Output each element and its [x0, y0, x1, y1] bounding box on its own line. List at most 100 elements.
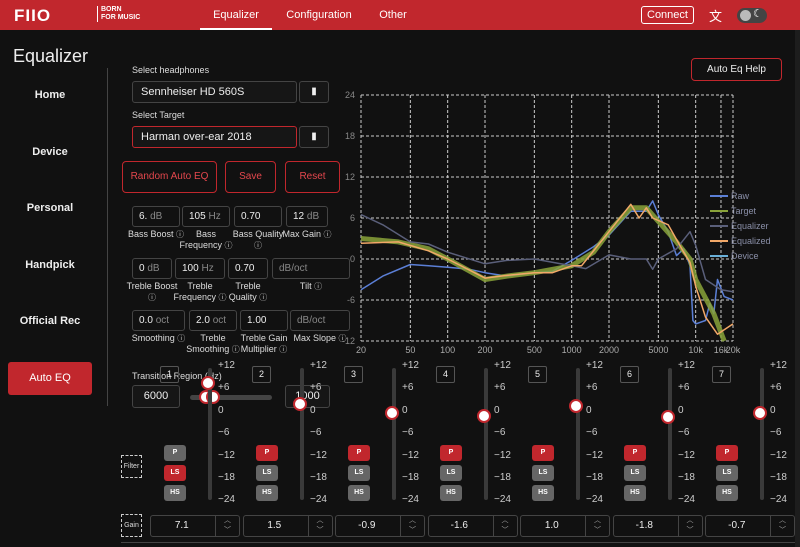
transition-low-input[interactable]: 6000: [132, 385, 180, 408]
filter-ls-button[interactable]: LS: [256, 465, 278, 481]
gain-input[interactable]: -1.6 ︿ ﹀: [427, 515, 518, 537]
chevron-down-icon[interactable]: ﹀: [309, 526, 332, 536]
param-input[interactable]: 0.0 oct: [132, 310, 185, 331]
info-icon[interactable]: ⓘ: [279, 345, 287, 354]
auto-eq-help-button[interactable]: Auto Eq Help: [691, 58, 782, 81]
info-icon[interactable]: ⓘ: [148, 293, 156, 302]
chevron-down-icon[interactable]: ﹀: [586, 526, 609, 536]
save-button[interactable]: Save: [225, 161, 276, 193]
filter-p-button[interactable]: P: [256, 445, 278, 461]
sidebar-item-official-rec[interactable]: Official Rec: [0, 315, 100, 327]
chevron-up-icon[interactable]: ︿: [771, 516, 794, 526]
target-select[interactable]: Harman over-ear 2018: [132, 126, 297, 148]
param-input[interactable]: 1.00: [240, 310, 288, 331]
gain-slider-track[interactable]: [576, 368, 580, 500]
info-icon[interactable]: ⓘ: [259, 293, 267, 302]
chevron-down-icon[interactable]: ﹀: [679, 526, 702, 536]
chevron-down-icon[interactable]: ﹀: [494, 526, 517, 536]
filter-ls-button[interactable]: LS: [348, 465, 370, 481]
param-input[interactable]: 100 Hz: [175, 258, 225, 279]
tab-configuration[interactable]: Configuration: [280, 0, 358, 30]
filter-p-button[interactable]: P: [532, 445, 554, 461]
sidebar-item-personal[interactable]: Personal: [0, 202, 100, 214]
param-input[interactable]: 0 dB: [132, 258, 172, 279]
chevron-down-icon[interactable]: ﹀: [401, 526, 424, 536]
chevron-down-icon[interactable]: ﹀: [216, 526, 239, 536]
param-input[interactable]: 6. dB: [132, 206, 180, 227]
headphones-select[interactable]: Sennheiser HD 560S: [132, 81, 297, 103]
tab-equalizer[interactable]: Equalizer: [200, 0, 272, 30]
transition-high-input[interactable]: 1000: [285, 385, 330, 408]
sidebar-item-device[interactable]: Device: [0, 146, 100, 158]
gain-input[interactable]: 7.1 ︿ ﹀: [150, 515, 240, 537]
filter-p-button[interactable]: P: [440, 445, 462, 461]
gain-slider-track[interactable]: [484, 368, 488, 500]
gain-slider-track[interactable]: [300, 368, 304, 500]
gain-slider-knob[interactable]: [569, 399, 583, 414]
filter-hs-button[interactable]: HS: [440, 485, 462, 501]
gain-slider-track[interactable]: [668, 368, 672, 500]
filter-hs-button[interactable]: HS: [716, 485, 738, 501]
gain-slider-knob[interactable]: [753, 405, 767, 420]
gain-slider-knob[interactable]: [201, 376, 215, 391]
target-file-icon[interactable]: ▮: [299, 126, 329, 148]
filter-p-button[interactable]: P: [624, 445, 646, 461]
filter-ls-button[interactable]: LS: [532, 465, 554, 481]
chevron-up-icon[interactable]: ︿: [216, 516, 239, 526]
gain-slider-track[interactable]: [392, 368, 396, 500]
chevron-up-icon[interactable]: ︿: [401, 516, 424, 526]
gain-stepper[interactable]: ︿ ﹀: [215, 516, 239, 536]
sidebar-item-auto-eq[interactable]: Auto EQ: [8, 362, 92, 395]
chevron-up-icon[interactable]: ︿: [586, 516, 609, 526]
chevron-up-icon[interactable]: ︿: [309, 516, 332, 526]
filter-ls-button[interactable]: LS: [440, 465, 462, 481]
connect-button[interactable]: Connect: [641, 6, 694, 24]
filter-hs-button[interactable]: HS: [256, 485, 278, 501]
param-input[interactable]: 105 Hz: [182, 206, 230, 227]
chevron-up-icon[interactable]: ︿: [679, 516, 702, 526]
filter-p-button[interactable]: P: [164, 445, 186, 461]
gain-stepper[interactable]: ︿ ﹀: [585, 516, 609, 536]
filter-hs-button[interactable]: HS: [348, 485, 370, 501]
filter-ls-button[interactable]: LS: [164, 465, 186, 481]
gain-input[interactable]: -0.9 ︿ ﹀: [335, 515, 425, 537]
gain-slider-knob[interactable]: [385, 406, 399, 421]
filter-hs-button[interactable]: HS: [532, 485, 554, 501]
info-icon[interactable]: ⓘ: [254, 241, 262, 250]
filter-p-button[interactable]: P: [716, 445, 738, 461]
gain-stepper[interactable]: ︿ ﹀: [492, 516, 517, 536]
sidebar-item-home[interactable]: Home: [0, 89, 100, 101]
scale-tick: −12: [310, 449, 327, 461]
filter-ls-button[interactable]: LS: [624, 465, 646, 481]
filter-ls-button[interactable]: LS: [716, 465, 738, 481]
gain-input[interactable]: 1.0 ︿ ﹀: [520, 515, 610, 537]
sidebar-item-handpick[interactable]: Handpick: [0, 259, 100, 271]
gain-stepper[interactable]: ︿ ﹀: [770, 516, 794, 536]
param-input[interactable]: 0.70: [228, 258, 268, 279]
gain-slider-knob[interactable]: [477, 408, 491, 423]
filter-hs-button[interactable]: HS: [624, 485, 646, 501]
scrollbar[interactable]: [795, 30, 800, 547]
gain-stepper[interactable]: ︿ ﹀: [307, 516, 332, 536]
gain-slider-knob[interactable]: [293, 397, 307, 412]
param-input[interactable]: 12 dB: [286, 206, 328, 227]
param-input[interactable]: 2.0 oct: [189, 310, 237, 331]
gain-stepper[interactable]: ︿ ﹀: [400, 516, 424, 536]
gain-stepper[interactable]: ︿ ﹀: [677, 516, 702, 536]
gain-slider-knob[interactable]: [661, 409, 675, 424]
gain-input[interactable]: -1.8 ︿ ﹀: [612, 515, 703, 537]
filter-hs-button[interactable]: HS: [164, 485, 186, 501]
param-input[interactable]: 0.70: [234, 206, 282, 227]
scale-tick: −18: [494, 472, 511, 483]
gain-input[interactable]: -0.7 ︿ ﹀: [705, 515, 795, 537]
translate-icon[interactable]: 文: [709, 6, 722, 25]
chevron-down-icon[interactable]: ﹀: [771, 526, 794, 536]
tab-other[interactable]: Other: [370, 0, 416, 30]
gain-slider-track[interactable]: [760, 368, 764, 500]
gain-input[interactable]: 1.5 ︿ ﹀: [242, 515, 333, 537]
random-auto-eq-button[interactable]: Random Auto EQ: [122, 161, 217, 193]
chevron-up-icon[interactable]: ︿: [494, 516, 517, 526]
filter-p-button[interactable]: P: [348, 445, 370, 461]
file-icon[interactable]: ▮: [299, 81, 329, 103]
info-icon[interactable]: ⓘ: [314, 282, 322, 291]
